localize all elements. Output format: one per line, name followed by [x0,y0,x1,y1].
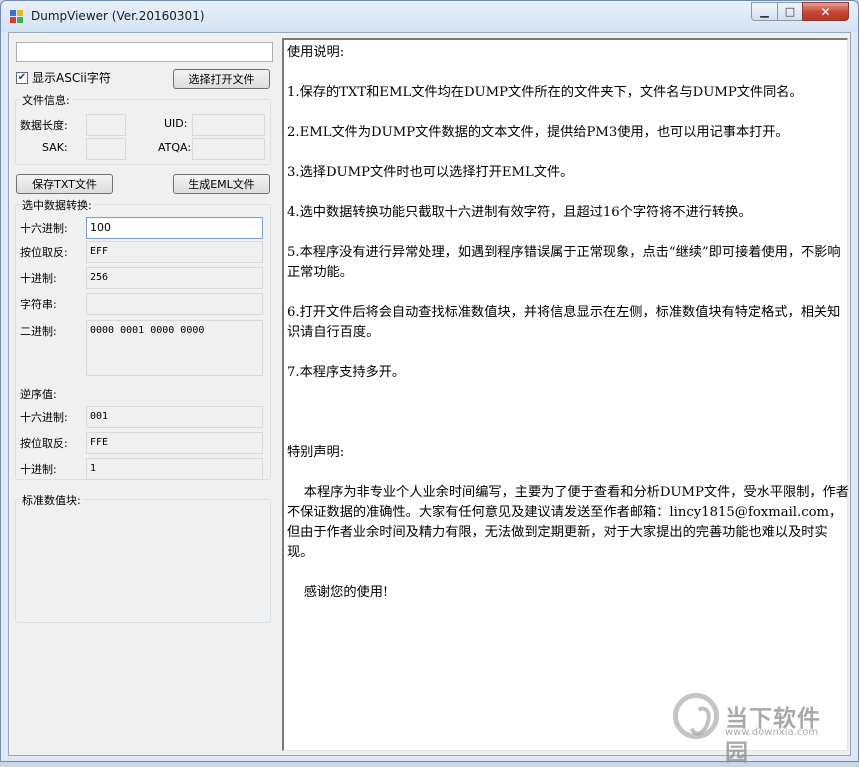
reverse-hex-label: 十六进制: [20,411,68,424]
invert-label: 按位取反: [20,246,68,259]
show-ascii-label: 显示ASCii字符 [32,71,111,85]
data-length-field [86,114,126,136]
client-area: ✔ 显示ASCii字符 选择打开文件 文件信息: 数据长度: UID: SAK:… [8,32,851,756]
window-title: DumpViewer (Ver.20160301) [31,9,205,23]
atqa-field [192,138,265,160]
convert-group-label: 选中数据转换: [20,197,94,213]
reverse-decimal-field: 1 [86,458,263,480]
minimize-button[interactable]: ▁ [751,2,778,21]
standard-block-group [15,499,271,623]
show-ascii-option[interactable]: ✔ 显示ASCii字符 [16,69,111,86]
readme-textbox[interactable]: 使用说明: 1.保存的TXT和EML文件均在DUMP文件所在的文件夹下，文件名与… [282,38,849,751]
reverse-invert-field: FFE [86,432,263,454]
reverse-section-label: 逆序值: [20,388,57,401]
sak-field [86,138,126,160]
reverse-hex-field: 001 [86,406,263,428]
generate-eml-button[interactable]: 生成EML文件 [173,174,270,194]
standard-block-group-label: 标准数值块: [20,492,83,508]
uid-field [192,114,265,136]
uid-label: UID: [164,117,188,130]
data-length-label: 数据长度: [20,119,68,132]
app-icon [10,10,24,24]
binary-label: 二进制: [20,325,57,338]
hex-input[interactable]: 100 [86,217,263,239]
decimal-field: 256 [86,267,263,289]
maximize-button[interactable]: □ [777,2,803,21]
hex-label: 十六进制: [20,222,68,235]
watermark-logo-icon [673,693,719,739]
open-file-button[interactable]: 选择打开文件 [173,69,270,89]
file-path-input[interactable] [16,42,273,62]
title-bar[interactable]: DumpViewer (Ver.20160301) ▁ □ ✕ [1,1,858,32]
string-label: 字符串: [20,298,57,311]
sak-label: SAK: [42,141,68,154]
app-window: DumpViewer (Ver.20160301) ▁ □ ✕ ✔ 显示ASCi… [0,0,859,766]
readme-text: 使用说明: 1.保存的TXT和EML文件均在DUMP文件所在的文件夹下，文件名与… [287,45,849,600]
decimal-label: 十进制: [20,272,57,285]
string-field [86,293,263,315]
reverse-invert-label: 按位取反: [20,437,68,450]
save-txt-button[interactable]: 保存TXT文件 [16,174,113,194]
close-button[interactable]: ✕ [802,2,849,21]
show-ascii-checkbox[interactable]: ✔ [16,71,28,84]
watermark-url: www.downxia.com [725,727,819,738]
watermark: 当下软件园 www.downxia.com [673,693,833,766]
invert-field: EFF [86,241,263,263]
reverse-decimal-label: 十进制: [20,463,57,476]
file-info-group-label: 文件信息: [20,92,72,108]
binary-field: 0000 0001 0000 0000 [86,320,263,376]
atqa-label: ATQA: [158,141,192,154]
